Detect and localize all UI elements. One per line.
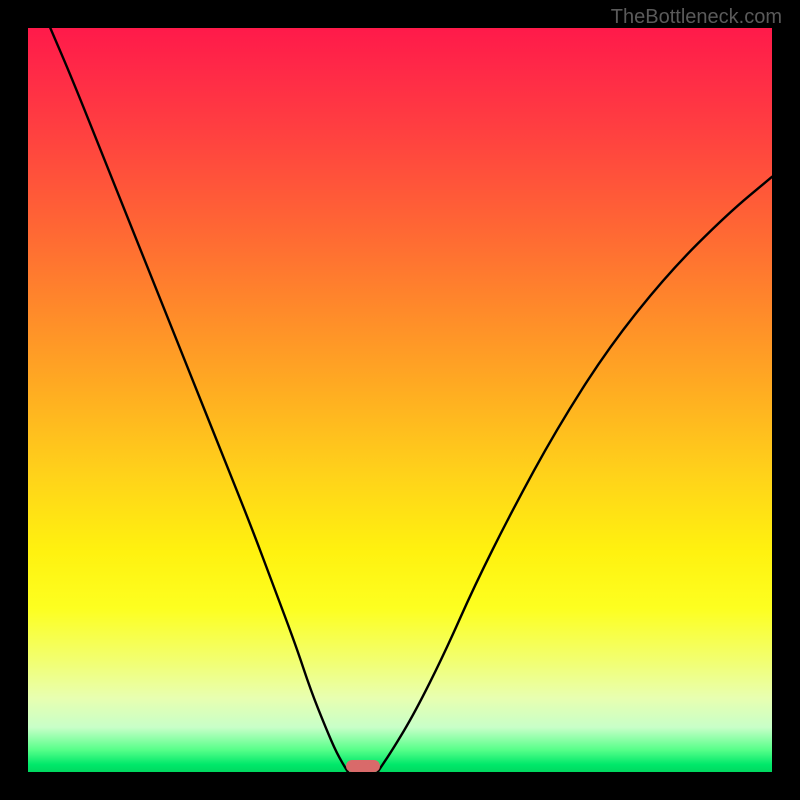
plot-area xyxy=(28,28,772,772)
optimal-marker xyxy=(346,760,379,772)
watermark-text: TheBottleneck.com xyxy=(611,6,782,29)
left-curve xyxy=(50,28,348,772)
curves-svg xyxy=(28,28,772,772)
right-curve xyxy=(378,177,772,772)
